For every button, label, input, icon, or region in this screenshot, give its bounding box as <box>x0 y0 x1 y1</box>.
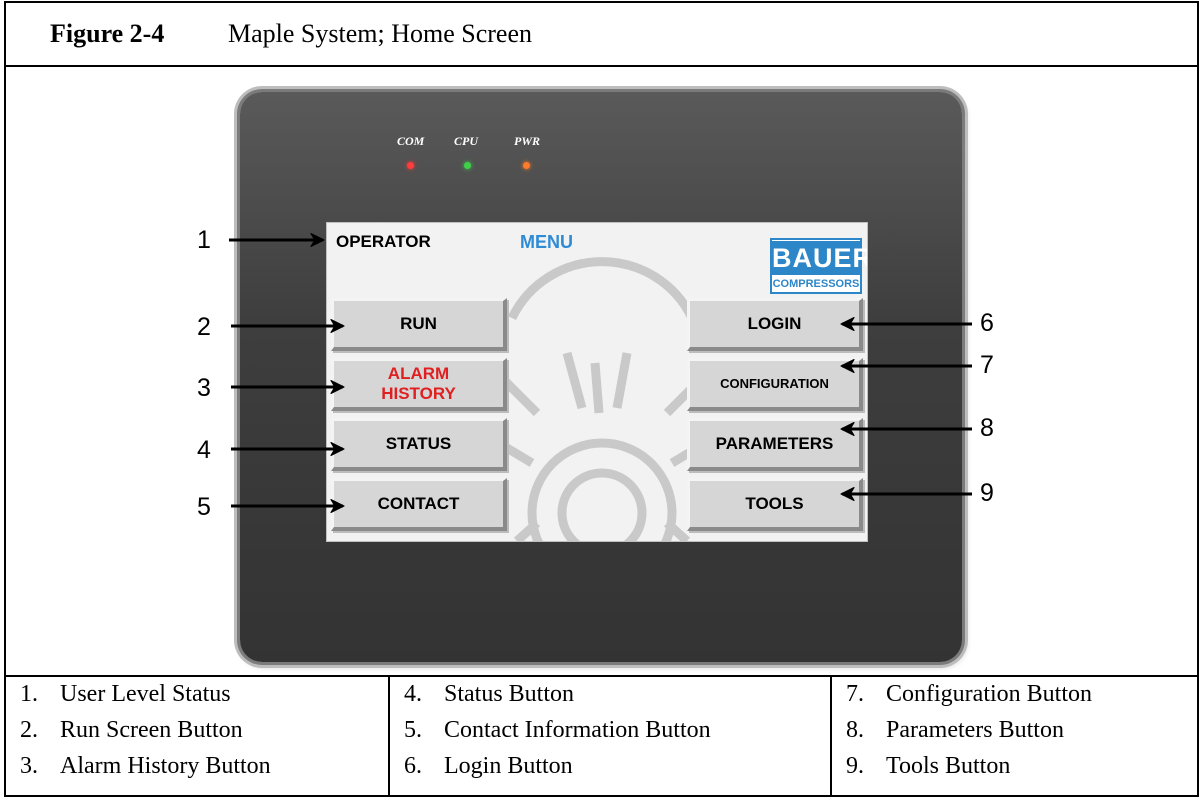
callout-8: 8 <box>980 414 994 442</box>
callout-3: 3 <box>197 374 211 402</box>
callout-6: 6 <box>980 309 994 337</box>
callout-2: 2 <box>197 313 211 341</box>
callout-7: 7 <box>980 351 994 379</box>
callout-4: 4 <box>197 436 211 464</box>
callout-9: 9 <box>980 479 994 507</box>
callout-5: 5 <box>197 493 211 521</box>
callout-1: 1 <box>197 226 211 254</box>
callout-arrows <box>229 0 972 799</box>
